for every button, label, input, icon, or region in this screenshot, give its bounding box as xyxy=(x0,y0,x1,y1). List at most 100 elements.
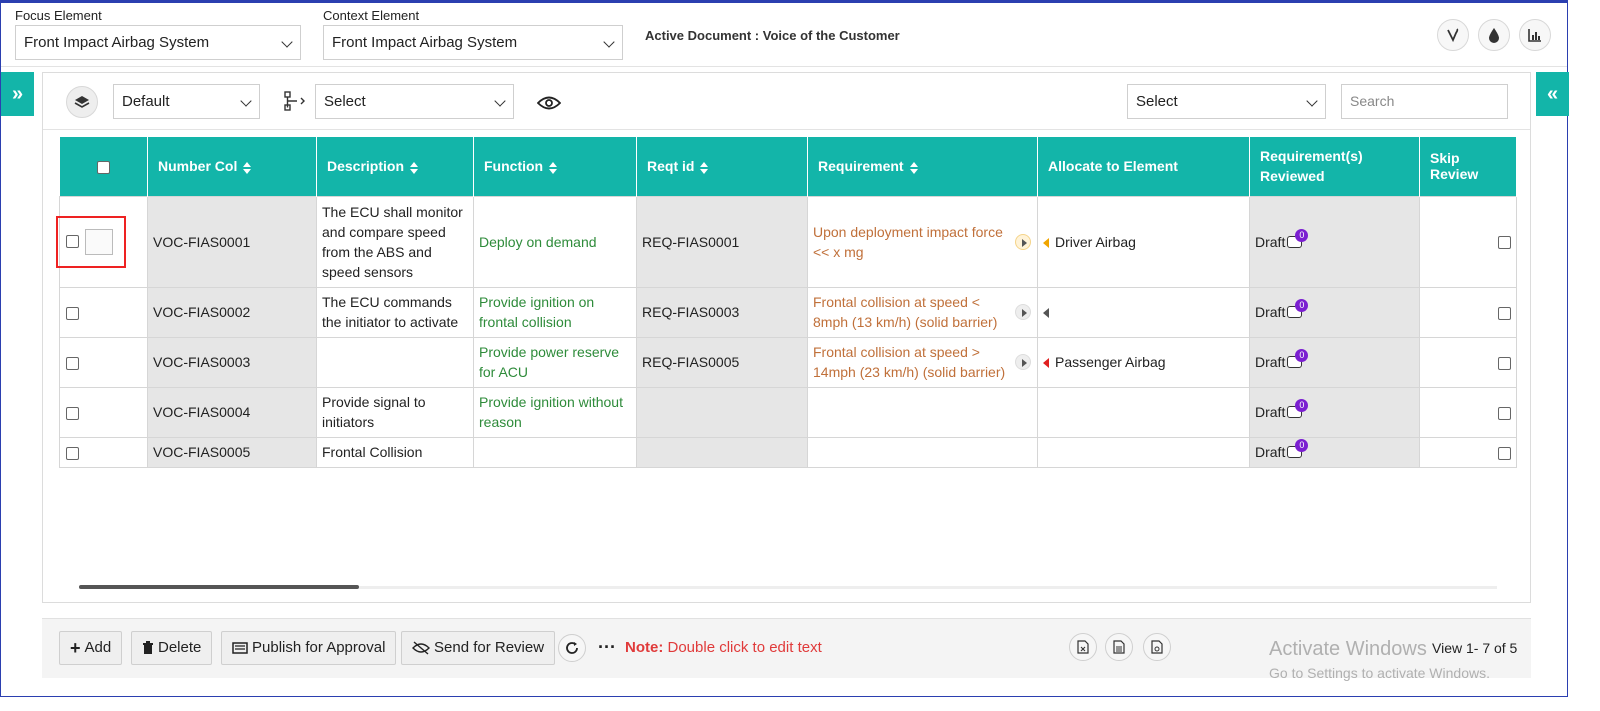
table-row[interactable]: VOC-FIAS0001 The ECU shall monitor and c… xyxy=(59,195,1517,288)
send-review-label: Send for Review xyxy=(434,639,545,656)
cell-description[interactable] xyxy=(316,336,474,388)
row-select-cell xyxy=(59,286,148,338)
focus-element-select[interactable]: Front Impact Airbag System xyxy=(15,25,301,60)
trash-icon xyxy=(143,641,153,654)
comment-icon[interactable]: 0 xyxy=(1287,349,1309,371)
vine-button[interactable] xyxy=(1437,19,1469,51)
cell-reviewed[interactable]: Draft 0 xyxy=(1249,195,1420,288)
cell-reviewed[interactable]: Draft 0 xyxy=(1249,336,1420,388)
cell-description[interactable]: The ECU shall monitor and compare speed … xyxy=(316,195,474,288)
comment-icon[interactable]: 0 xyxy=(1287,399,1309,421)
comment-icon[interactable]: 0 xyxy=(1287,299,1309,321)
filter-select[interactable]: Select xyxy=(1127,84,1326,119)
column-header-description[interactable]: Description xyxy=(316,137,474,196)
export-doc-button[interactable] xyxy=(1105,633,1133,661)
table-row[interactable]: VOC-FIAS0004 Provide signal to initiator… xyxy=(59,386,1517,438)
cell-requirement[interactable] xyxy=(807,386,1038,438)
refresh-button[interactable] xyxy=(558,634,586,662)
cell-allocate[interactable] xyxy=(1037,286,1250,338)
cell-description[interactable]: Provide signal to initiators xyxy=(316,386,474,438)
document-icon xyxy=(1113,640,1125,654)
column-header-number[interactable]: Number Col xyxy=(147,137,317,196)
cell-number[interactable]: VOC-FIAS0001 xyxy=(147,195,317,288)
cell-number[interactable]: VOC-FIAS0004 xyxy=(147,386,317,438)
cell-reviewed[interactable]: Draft 0 xyxy=(1249,286,1420,338)
cell-description[interactable]: The ECU commands the initiator to activa… xyxy=(316,286,474,338)
cell-allocate[interactable] xyxy=(1037,386,1250,438)
horizontal-scrollbar[interactable] xyxy=(79,585,1497,589)
cell-allocate[interactable]: Driver Airbag xyxy=(1037,195,1250,288)
skip-review-checkbox[interactable] xyxy=(1498,406,1511,420)
bar-chart-icon xyxy=(1528,29,1541,42)
skip-review-checkbox[interactable] xyxy=(1498,306,1511,320)
view-select[interactable]: Default xyxy=(113,84,260,119)
expand-left-tab[interactable]: » xyxy=(1,72,34,116)
cell-number[interactable]: VOC-FIAS0005 xyxy=(147,436,317,468)
select-all-checkbox[interactable] xyxy=(96,161,110,175)
cell-skip-review xyxy=(1419,286,1517,338)
search-input[interactable]: Search xyxy=(1341,84,1508,119)
export-excel-button[interactable] xyxy=(1069,633,1097,661)
cell-number[interactable]: VOC-FIAS0002 xyxy=(147,286,317,338)
cell-requirement[interactable] xyxy=(807,436,1038,468)
row-checkbox[interactable] xyxy=(66,356,79,370)
cell-number[interactable]: VOC-FIAS0003 xyxy=(147,336,317,388)
skip-review-checkbox[interactable] xyxy=(1498,446,1511,460)
cell-reqt-id[interactable] xyxy=(636,436,808,468)
column-header-reqt-id[interactable]: Reqt id xyxy=(636,137,808,196)
column-header-function[interactable]: Function xyxy=(473,137,637,196)
export-pdf-button[interactable] xyxy=(1143,633,1171,661)
cell-requirement[interactable]: Frontal collision at speed < 8mph (13 km… xyxy=(807,286,1038,338)
cell-function[interactable]: Deploy on demand xyxy=(473,195,637,288)
cell-requirement[interactable]: Upon deployment impact force << x mg xyxy=(807,195,1038,288)
skip-review-checkbox[interactable] xyxy=(1498,236,1511,250)
bar-chart-button[interactable] xyxy=(1519,19,1551,51)
comment-icon[interactable]: 0 xyxy=(1287,228,1309,251)
row-checkbox[interactable] xyxy=(66,306,79,320)
cell-reqt-id[interactable]: REQ-FIAS0003 xyxy=(636,286,808,338)
collapse-left-icon[interactable] xyxy=(1043,358,1049,369)
cell-function[interactable]: Provide ignition without reason xyxy=(473,386,637,438)
cell-allocate[interactable]: Passenger Airbag xyxy=(1037,336,1250,388)
status-text: Draft xyxy=(1255,444,1286,460)
more-icon[interactable]: ··· xyxy=(598,637,616,658)
hierarchy-select[interactable]: Select xyxy=(315,84,514,119)
table-row[interactable]: VOC-FIAS0002 The ECU commands the initia… xyxy=(59,286,1517,338)
cell-reqt-id[interactable] xyxy=(636,386,808,438)
table-row[interactable]: VOC-FIAS0005 Frontal Collision Draft 0 xyxy=(59,436,1517,468)
cell-requirement[interactable]: Frontal collision at speed > 14mph (23 k… xyxy=(807,336,1038,388)
expand-right-icon[interactable] xyxy=(1015,354,1031,370)
expand-right-icon[interactable] xyxy=(1015,304,1031,320)
vine-icon xyxy=(1447,28,1459,43)
expand-right-tab[interactable]: « xyxy=(1536,72,1569,116)
table-row[interactable]: VOC-FIAS0003 Provide power reserve for A… xyxy=(59,336,1517,388)
delete-button[interactable]: Delete xyxy=(131,631,213,665)
cell-reviewed[interactable]: Draft 0 xyxy=(1249,436,1420,468)
publish-button[interactable]: Publish for Approval xyxy=(221,631,397,665)
row-checkbox[interactable] xyxy=(66,406,79,420)
cell-reviewed[interactable]: Draft 0 xyxy=(1249,386,1420,438)
publish-icon xyxy=(232,642,248,654)
cell-reqt-id[interactable]: REQ-FIAS0005 xyxy=(636,336,808,388)
comment-count: 0 xyxy=(1295,399,1309,413)
layers-button[interactable] xyxy=(66,86,98,118)
collapse-left-icon[interactable] xyxy=(1043,308,1049,319)
add-button[interactable]: + Add xyxy=(59,631,123,665)
cell-reqt-id[interactable]: REQ-FIAS0001 xyxy=(636,195,808,288)
cell-allocate[interactable] xyxy=(1037,436,1250,468)
expand-right-icon[interactable] xyxy=(1015,233,1031,250)
cell-function[interactable]: Provide ignition on frontal collision xyxy=(473,286,637,338)
scrollbar-thumb[interactable] xyxy=(79,585,359,589)
cell-description[interactable]: Frontal Collision xyxy=(316,436,474,468)
row-checkbox[interactable] xyxy=(66,446,79,460)
cell-function[interactable]: Provide power reserve for ACU xyxy=(473,336,637,388)
context-element-select[interactable]: Front Impact Airbag System xyxy=(323,25,623,60)
eye-button[interactable] xyxy=(536,95,562,114)
drop-button[interactable] xyxy=(1478,19,1510,51)
skip-review-checkbox[interactable] xyxy=(1498,356,1511,370)
comment-icon[interactable]: 0 xyxy=(1287,439,1309,461)
column-header-requirement[interactable]: Requirement xyxy=(807,137,1038,196)
send-review-button[interactable]: Send for Review xyxy=(401,631,556,665)
collapse-left-icon[interactable] xyxy=(1043,237,1049,248)
cell-function[interactable] xyxy=(473,436,637,468)
